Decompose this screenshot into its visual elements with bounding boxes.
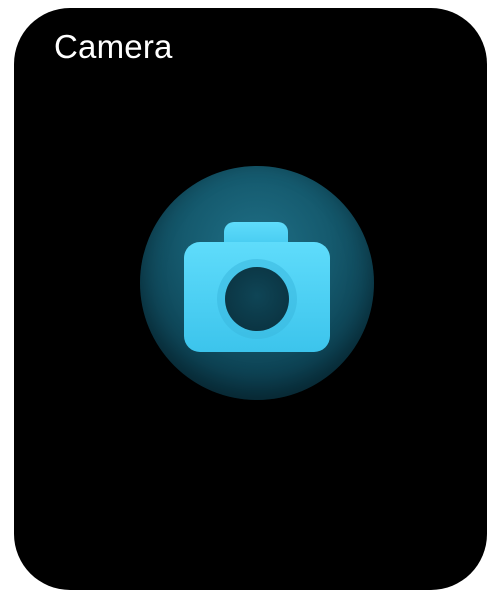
camera-launch-button[interactable]: [140, 166, 374, 400]
watch-screen: Camera: [14, 8, 487, 590]
page-title: Camera: [54, 28, 173, 65]
camera-icon: [184, 222, 330, 352]
